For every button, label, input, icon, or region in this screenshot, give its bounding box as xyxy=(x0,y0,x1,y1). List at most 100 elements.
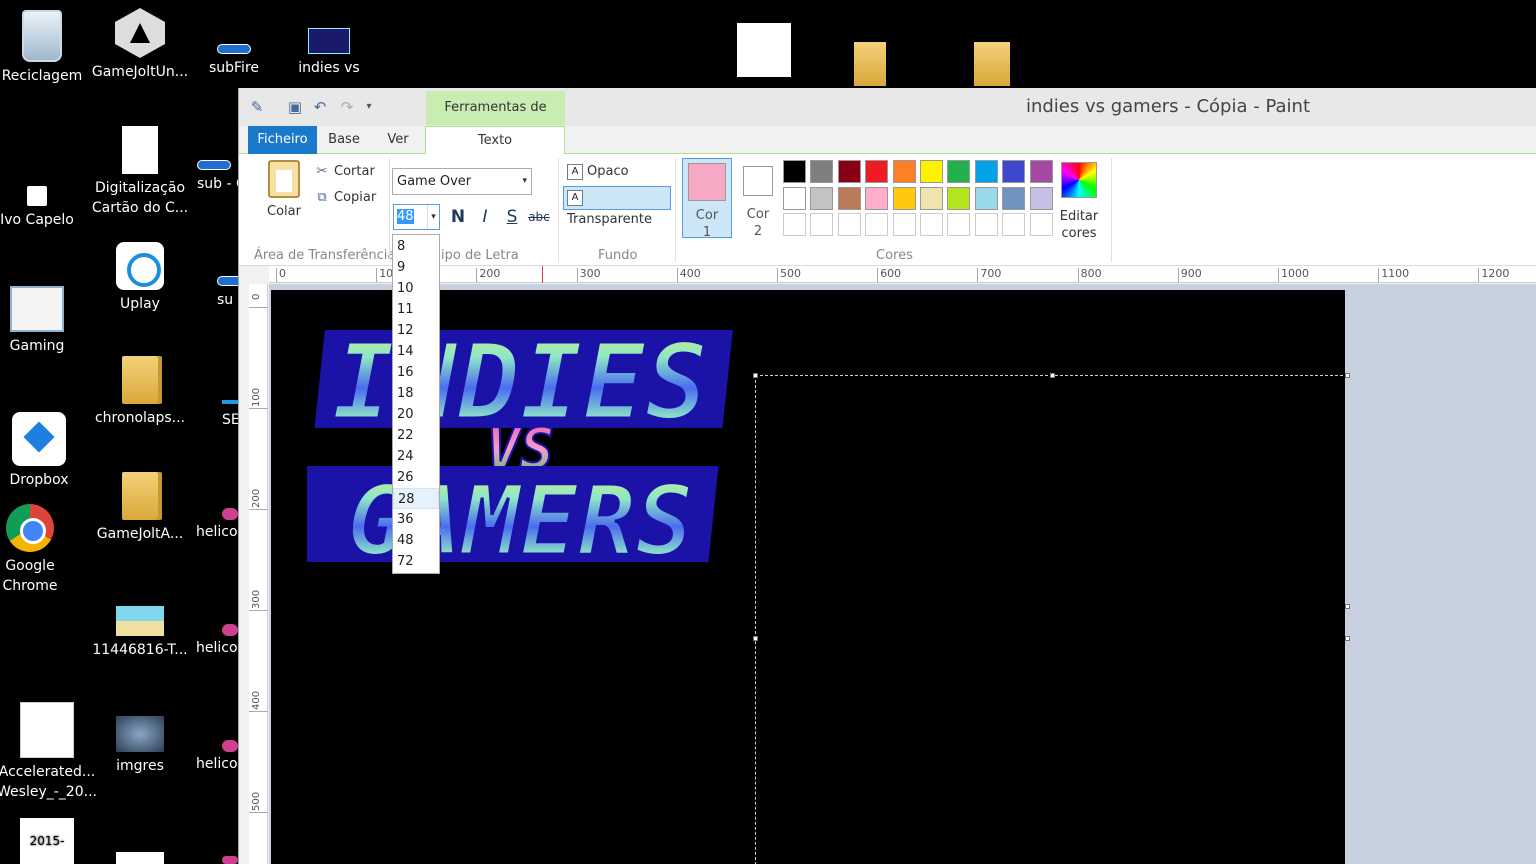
resize-handle[interactable] xyxy=(1345,373,1350,378)
resize-handle[interactable] xyxy=(1345,604,1350,609)
palette-swatch[interactable] xyxy=(810,186,834,210)
palette-swatch[interactable] xyxy=(865,186,889,210)
palette-swatch[interactable] xyxy=(892,213,916,236)
resize-handle[interactable] xyxy=(753,373,758,378)
dated-document-file[interactable]: 2015-07- xyxy=(0,818,97,864)
paint-app-icon[interactable]: ✎ xyxy=(249,99,265,115)
transparent-option[interactable]: ATransparente xyxy=(563,186,671,227)
palette-swatch[interactable] xyxy=(947,186,971,210)
gamejolt-unity-shortcut[interactable]: GameJoltUn... xyxy=(90,8,190,82)
font-size-option[interactable]: 72 xyxy=(393,551,439,572)
palette-swatch[interactable] xyxy=(947,213,971,236)
palette-swatch[interactable] xyxy=(920,186,943,210)
chronolaps-folder[interactable]: chronolaps... xyxy=(90,356,190,428)
opaque-option[interactable]: A Opaco xyxy=(563,160,671,184)
palette-swatch[interactable] xyxy=(1029,186,1053,210)
resize-handle[interactable] xyxy=(1345,636,1350,641)
palette-swatch[interactable] xyxy=(865,160,889,183)
paste-button[interactable]: Colar xyxy=(261,160,307,219)
underline-button[interactable]: S xyxy=(501,206,523,228)
font-size-option[interactable]: 9 xyxy=(393,257,439,278)
subfire-shortcut[interactable]: subFire xyxy=(184,44,284,78)
font-size-option[interactable]: 24 xyxy=(393,446,439,467)
palette-swatch[interactable] xyxy=(810,160,834,183)
palette-swatch[interactable] xyxy=(783,160,806,183)
edit-colors-button[interactable]: Editar cores xyxy=(1057,160,1101,242)
font-size-option[interactable]: 10 xyxy=(393,278,439,299)
font-size-option[interactable]: 28 xyxy=(393,488,439,509)
palette-swatch[interactable] xyxy=(783,213,806,236)
redo-icon[interactable]: ↷ xyxy=(339,99,355,115)
helico-shortcut-3[interactable]: helico xyxy=(196,740,240,774)
tab-base[interactable]: Base xyxy=(319,126,369,154)
font-size-option[interactable]: 12 xyxy=(393,320,439,341)
bold-button[interactable]: N xyxy=(447,206,469,228)
font-size-option[interactable]: 48 xyxy=(393,530,439,551)
palette-swatch[interactable] xyxy=(1002,160,1026,183)
customize-toolbar-icon[interactable]: ▾ xyxy=(361,99,377,115)
accelerated-wesley-file[interactable]: Accelerated... Wesley_-_20... xyxy=(0,702,97,802)
text-selection-box[interactable] xyxy=(753,373,1350,864)
palette-swatch[interactable] xyxy=(837,186,861,210)
palette-swatch[interactable] xyxy=(974,213,998,236)
palette-swatch[interactable] xyxy=(810,213,834,236)
palette-swatch[interactable] xyxy=(920,160,943,183)
folder-icon[interactable] xyxy=(974,42,1010,86)
helico-shortcut[interactable]: helico xyxy=(196,508,240,542)
tab-texto[interactable]: Texto xyxy=(425,126,565,155)
palette-swatch[interactable] xyxy=(865,213,889,236)
palette-swatch[interactable] xyxy=(837,160,861,183)
palette-swatch[interactable] xyxy=(974,160,998,183)
palette-swatch[interactable] xyxy=(892,186,916,210)
tab-ficheiro[interactable]: Ficheiro xyxy=(248,126,317,154)
palette-swatch[interactable] xyxy=(920,213,943,236)
dropbox-shortcut[interactable]: Dropbox xyxy=(0,412,89,490)
font-size-option[interactable]: 8 xyxy=(393,236,439,257)
tab-ver[interactable]: Ver xyxy=(377,126,419,154)
imgres-file[interactable]: imgres xyxy=(90,716,190,776)
ivo-capelo-shortcut[interactable]: Ivo Capelo xyxy=(0,186,87,230)
font-size-option[interactable]: 36 xyxy=(393,509,439,530)
font-size-option[interactable]: 20 xyxy=(393,404,439,425)
strikethrough-button[interactable]: abc xyxy=(528,206,550,228)
folder-icon[interactable] xyxy=(854,42,886,86)
font-size-option[interactable]: 22 xyxy=(393,425,439,446)
gaming-shortcut[interactable]: Gaming xyxy=(0,286,87,356)
resize-handle[interactable] xyxy=(1050,373,1055,378)
cut-button[interactable]: ✂ Cortar xyxy=(314,161,375,183)
google-chrome-shortcut[interactable]: Google Chrome xyxy=(0,504,80,596)
palette-swatch[interactable] xyxy=(892,160,916,183)
color-1-button[interactable]: Cor 1 xyxy=(682,158,732,240)
palette-swatch[interactable] xyxy=(783,186,806,210)
gamejolt-a-folder[interactable]: GameJoltA... xyxy=(90,472,190,544)
palette-swatch[interactable] xyxy=(1002,186,1026,210)
font-size-option[interactable]: 18 xyxy=(393,383,439,404)
undo-icon[interactable]: ↶ xyxy=(312,99,328,115)
beach-image-file[interactable]: 11446816-T... xyxy=(90,606,190,660)
palette-swatch[interactable] xyxy=(1002,213,1026,236)
document-thumbnail-icon[interactable] xyxy=(737,23,791,77)
copy-button[interactable]: ⧉ Copiar xyxy=(314,187,376,209)
recycle-bin-shortcut[interactable]: Reciclagem xyxy=(0,10,92,86)
helicopter-icon[interactable] xyxy=(222,856,238,864)
font-size-option[interactable]: 14 xyxy=(393,341,439,362)
helico-shortcut-2[interactable]: helico xyxy=(196,624,240,658)
font-size-option[interactable]: 26 xyxy=(393,467,439,488)
palette-swatch[interactable] xyxy=(837,213,861,236)
palette-swatch[interactable] xyxy=(1029,160,1053,183)
italic-button[interactable]: I xyxy=(474,206,496,228)
indies-vs-shortcut[interactable]: indies vs xyxy=(279,28,379,78)
document-thumbnail-icon[interactable] xyxy=(116,852,164,864)
color-2-button[interactable]: Cor 2 xyxy=(733,158,783,239)
su-shortcut[interactable]: su xyxy=(172,276,251,310)
resize-handle[interactable] xyxy=(753,636,758,641)
font-size-option[interactable]: 16 xyxy=(393,362,439,383)
palette-swatch[interactable] xyxy=(947,160,971,183)
font-size-option[interactable]: 11 xyxy=(393,299,439,320)
font-family-select[interactable]: Game Over ▾ xyxy=(392,168,532,195)
canvas-workspace[interactable]: INDIES VS GAMERS xyxy=(269,284,1536,864)
font-size-select[interactable]: 48 ▾ xyxy=(393,204,440,230)
palette-swatch[interactable] xyxy=(974,186,998,210)
palette-swatch[interactable] xyxy=(1029,213,1053,236)
save-icon[interactable]: ▣ xyxy=(287,99,303,115)
